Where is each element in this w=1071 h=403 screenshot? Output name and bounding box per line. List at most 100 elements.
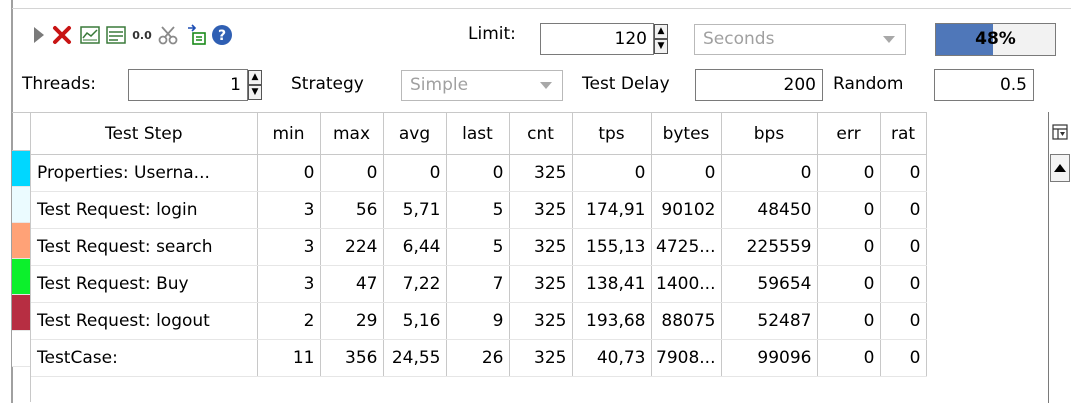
cell-bps: 48450 (721, 191, 818, 229)
table-row[interactable]: Test Request: logout 2 29 5,16 9 325 193,68 880… (31, 302, 927, 340)
cell-err: 0 (817, 302, 881, 340)
row-color-column (12, 112, 30, 367)
cell-bps: 225559 (721, 228, 818, 266)
cell-err: 0 (817, 228, 881, 266)
column-header-last[interactable]: last (446, 112, 510, 155)
cell-bytes: 0 (651, 154, 722, 192)
table-row[interactable]: Test Request: Buy 3 47 7,22 7 325 138,41 1400..… (31, 265, 927, 303)
cell-bytes: 90102 (651, 191, 722, 229)
cell-tps: 40,73 (572, 339, 652, 377)
reset-icon[interactable]: 0.0 (130, 23, 154, 47)
cell-last: 9 (446, 302, 510, 340)
table-row[interactable]: Test Request: search 3 224 6,44 5 325 155,13 47… (31, 228, 927, 266)
cell-min: 0 (257, 154, 321, 192)
statistics-history-icon[interactable] (104, 23, 128, 47)
limit-unit-select[interactable]: Seconds (694, 24, 906, 55)
cell-cnt: 325 (509, 265, 573, 303)
cell-tps: 155,13 (572, 228, 652, 266)
cell-avg: 0 (383, 154, 447, 192)
test-delay-input[interactable]: 200 (695, 69, 823, 101)
graph-icon[interactable] (78, 23, 102, 47)
cell-max: 224 (320, 228, 384, 266)
options-icon[interactable] (156, 23, 180, 47)
cell-last: 5 (446, 228, 510, 266)
run-icon[interactable] (26, 23, 50, 47)
threads-spin-down[interactable]: ▼ (248, 85, 262, 100)
limit-unit-value: Seconds (703, 29, 775, 49)
cell-bps: 0 (721, 154, 818, 192)
column-header-rat[interactable]: rat (880, 112, 927, 155)
help-icon[interactable]: ? (210, 23, 234, 47)
cell-tps: 174,91 (572, 191, 652, 229)
row-color-swatch (12, 187, 30, 223)
svg-text:?: ? (218, 28, 226, 44)
test-delay-label: Test Delay (582, 74, 670, 94)
statistics-table-container: Test Step min max avg last cnt tps bytes bps err r… (30, 112, 1049, 402)
cell-last: 5 (446, 191, 510, 229)
progress-text: 48% (975, 29, 1016, 49)
column-header-bps[interactable]: bps (721, 112, 818, 155)
strategy-value: Simple (410, 75, 469, 95)
test-step-name: Test Request: Buy (31, 265, 258, 303)
threads-input[interactable]: 1 (128, 69, 248, 101)
row-color-swatch (12, 151, 30, 187)
cell-rat: 0 (880, 154, 927, 192)
column-chooser-icon[interactable] (1048, 112, 1071, 152)
cell-last: 7 (446, 265, 510, 303)
column-header-cnt[interactable]: cnt (509, 112, 573, 155)
test-step-name: Test Request: logout (31, 302, 258, 340)
cell-last: 26 (446, 339, 510, 377)
table-row[interactable]: Test Request: login 3 56 5,71 5 325 174,91 9010… (31, 191, 927, 229)
row-color-swatch (12, 331, 30, 367)
cell-bytes: 7908... (651, 339, 722, 377)
cell-bytes: 88075 (651, 302, 722, 340)
limit-spin-up[interactable]: ▲ (654, 24, 668, 39)
cell-cnt: 325 (509, 339, 573, 377)
row-color-swatch (12, 295, 30, 331)
cell-rat: 0 (880, 265, 927, 303)
strategy-select[interactable]: Simple (401, 70, 563, 101)
random-input[interactable]: 0.5 (934, 69, 1034, 101)
limit-spin-down[interactable]: ▼ (654, 39, 668, 54)
cell-bps: 59654 (721, 265, 818, 303)
cancel-icon[interactable] (50, 23, 74, 47)
toolbar: 0.0 ? Limit: 120 ▲ ▼ Seconds 48% (12, 9, 1071, 59)
column-header-test-step[interactable]: Test Step (31, 112, 258, 155)
row-color-swatch (12, 223, 30, 259)
column-header-max[interactable]: max (320, 112, 384, 155)
cell-bytes: 4725... (651, 228, 722, 266)
table-row[interactable]: Properties: Userna... 0 0 0 0 325 0 0 0 0 0 (31, 154, 927, 192)
test-step-name: Test Request: login (31, 191, 258, 229)
cell-rat: 0 (880, 191, 927, 229)
progress-bar: 48% (935, 23, 1056, 56)
column-header-tps[interactable]: tps (572, 112, 652, 155)
cell-max: 0 (320, 154, 384, 192)
cell-bps: 52487 (721, 302, 818, 340)
cell-bps: 99096 (721, 339, 818, 377)
cell-err: 0 (817, 191, 881, 229)
cell-max: 56 (320, 191, 384, 229)
statistics-table: Test Step min max avg last cnt tps bytes bps err r… (31, 112, 927, 377)
cell-cnt: 325 (509, 191, 573, 229)
limit-input[interactable]: 120 (540, 23, 654, 55)
column-header-err[interactable]: err (817, 112, 881, 155)
cell-err: 0 (817, 339, 881, 377)
threads-label: Threads: (22, 74, 97, 94)
cell-avg: 24,55 (383, 339, 447, 377)
table-header-row: Test Step min max avg last cnt tps bytes bps err r… (31, 112, 927, 155)
column-header-avg[interactable]: avg (383, 112, 447, 155)
table-row[interactable]: TestCase: 11 356 24,55 26 325 40,73 7908... 9909… (31, 339, 927, 377)
test-step-name: TestCase: (31, 339, 258, 377)
threads-spin-up[interactable]: ▲ (248, 70, 262, 85)
cell-bytes: 1400... (651, 265, 722, 303)
limit-label: Limit: (468, 24, 516, 44)
column-header-bytes[interactable]: bytes (651, 112, 722, 155)
column-header-min[interactable]: min (257, 112, 321, 155)
cell-tps: 193,68 (572, 302, 652, 340)
cell-max: 29 (320, 302, 384, 340)
scroll-up-button[interactable] (1050, 154, 1070, 182)
cell-avg: 7,22 (383, 265, 447, 303)
export-icon[interactable] (184, 23, 208, 47)
cell-cnt: 325 (509, 228, 573, 266)
load-test-panel: 0.0 ? Limit: 120 ▲ ▼ Seconds 48% Threads… (0, 0, 1071, 403)
